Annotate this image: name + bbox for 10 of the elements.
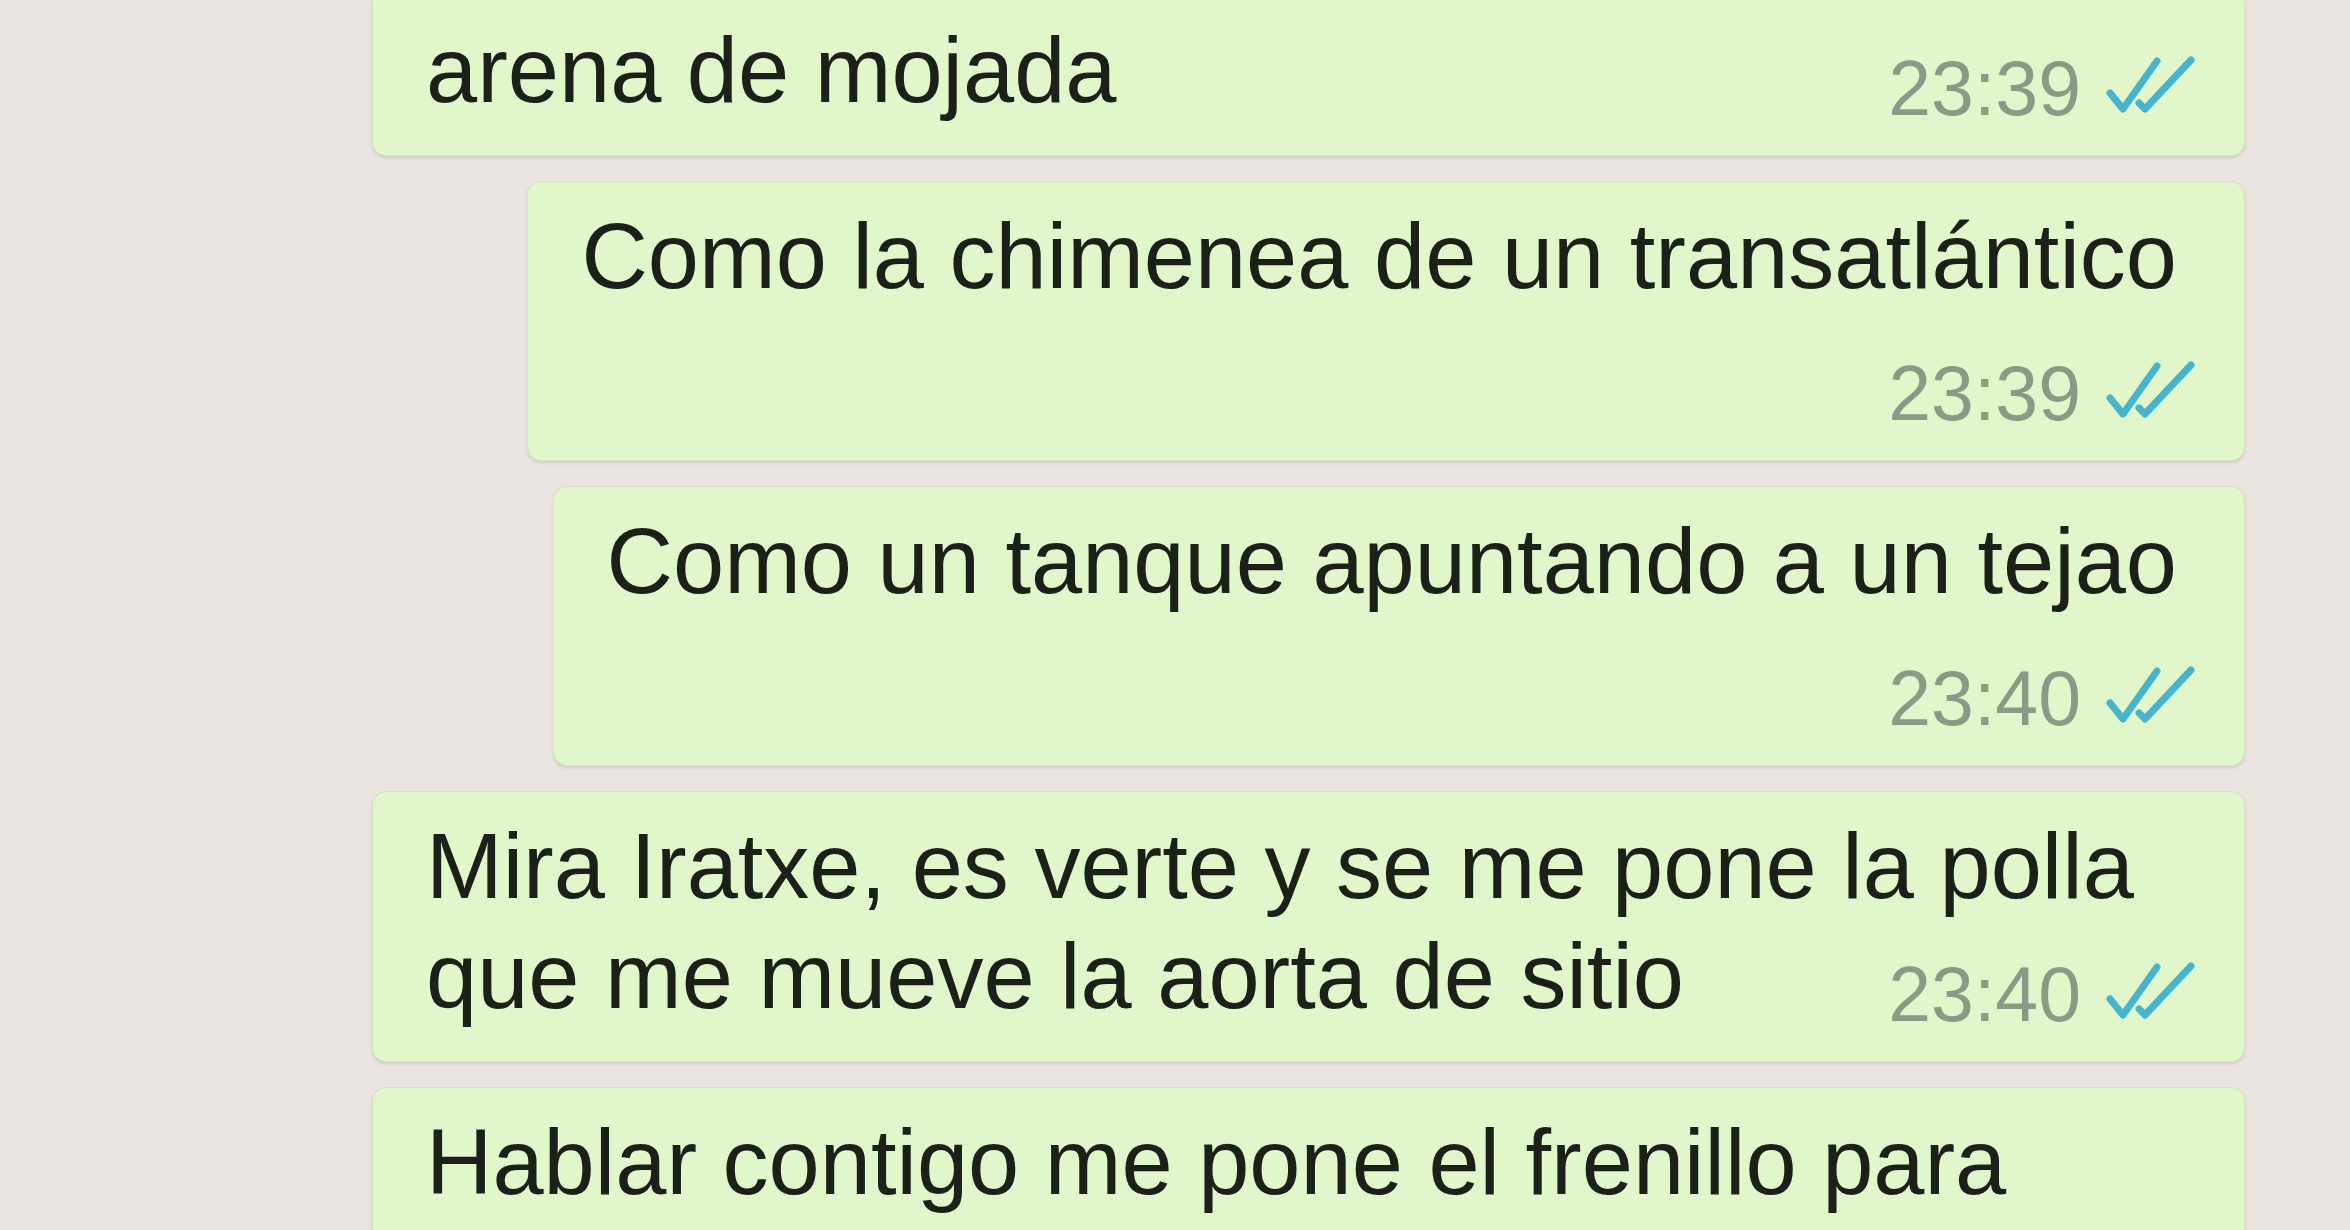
message-text: Mira Iratxe, es verte y se me pone la polla xyxy=(426,814,2135,919)
message-time: 23:39 xyxy=(1888,355,2081,432)
message-time: 23:40 xyxy=(1888,660,2081,737)
message-text: Como un tanque apuntando a un tejao xyxy=(606,509,2177,614)
message-text: arena de mojada xyxy=(426,18,1117,123)
message-text: Como la chimenea de un transatlántico xyxy=(581,204,2177,309)
message-time: 23:39 xyxy=(1888,50,2081,127)
message-time: 23:40 xyxy=(1888,956,2081,1033)
message-text: que me mueve la aorta de sitio xyxy=(426,924,1685,1029)
message-text: Hablar contigo me pone el frenillo para xyxy=(426,1110,2007,1215)
